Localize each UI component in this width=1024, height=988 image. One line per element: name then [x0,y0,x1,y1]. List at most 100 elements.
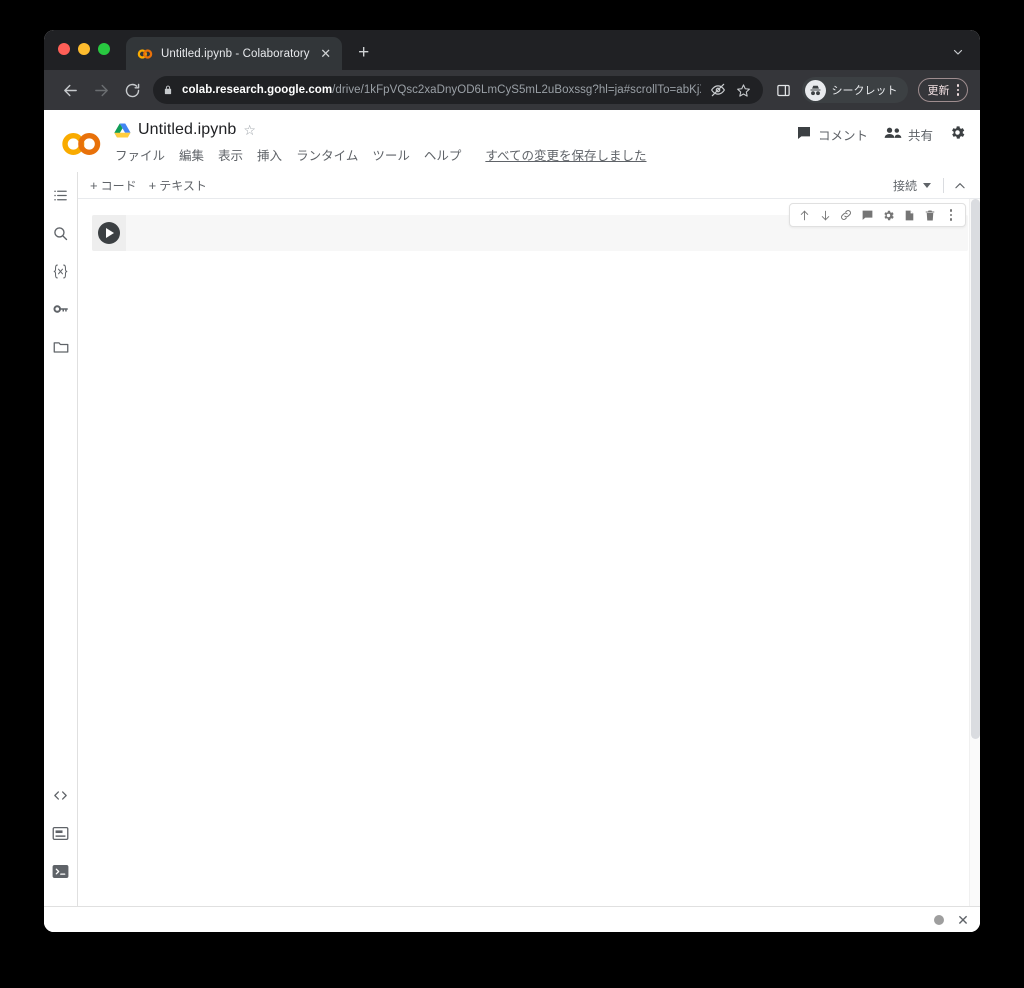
add-comment-button[interactable] [857,205,877,225]
add-text-label: テキスト [159,178,207,193]
address-bar-url: colab.research.google.com/drive/1kFpVQsc… [182,84,701,96]
colab-header-actions: コメント 共有 [796,124,966,144]
new-tab-button[interactable]: + [350,39,378,67]
sidebar-item-toc[interactable] [46,180,76,210]
move-cell-down-button[interactable] [815,205,835,225]
browser-tab-title: Untitled.ipynb - Colaboratory [161,47,310,60]
kebab-menu-icon[interactable] [953,84,964,96]
copy-to-drive-button[interactable] [899,205,919,225]
google-drive-icon [114,122,131,138]
cell-action-toolbar [789,203,966,227]
sidebar-item-variables[interactable] [46,256,76,286]
colab-body: + コード + テキスト 接続 [44,172,980,906]
cell-settings-button[interactable] [878,205,898,225]
lock-icon [163,84,174,96]
sidebar-item-terminal[interactable] [46,856,76,886]
sidebar-item-search[interactable] [46,218,76,248]
sidebar-item-files[interactable] [46,332,76,362]
browser-tab[interactable]: Untitled.ipynb - Colaboratory ✕ [126,37,342,70]
share-label: 共有 [907,128,933,143]
people-icon [884,125,902,144]
bookmark-star-icon[interactable] [735,83,753,98]
notebook-toolbar-right: 接続 [887,172,970,199]
toolbar-divider [943,178,944,193]
colab-header: Untitled.ipynb ☆ ファイル 編集 表示 挿入 ランタイム ツール… [44,110,980,172]
menu-item-tools[interactable]: ツール [372,145,410,164]
chevron-down-icon[interactable] [923,183,931,188]
forward-button[interactable] [87,76,115,104]
comment-button[interactable]: コメント [796,125,868,144]
menu-item-view[interactable]: 表示 [218,145,243,164]
status-badge [934,914,944,925]
browser-tab-strip: Untitled.ipynb - Colaboratory ✕ + [44,30,980,70]
menu-item-insert[interactable]: 挿入 [257,145,282,164]
left-sidebar-bottom [44,780,77,894]
menu-item-help[interactable]: ヘルプ [424,145,462,164]
sidebar-item-secrets[interactable] [46,294,76,324]
window-maximize-button[interactable] [98,43,110,55]
colab-menubar: ファイル 編集 表示 挿入 ランタイム ツール ヘルプ すべての変更を保存しまし… [114,145,647,164]
notebook-cells [78,199,980,906]
copy-cell-link-button[interactable] [836,205,856,225]
menu-item-runtime[interactable]: ランタイム [296,145,358,164]
tab-close-icon[interactable]: ✕ [318,46,334,62]
update-label: 更新 [927,85,950,97]
vertical-scrollbar-thumb[interactable] [971,199,980,739]
notebook-name[interactable]: Untitled.ipynb [138,121,236,139]
reload-button[interactable] [118,76,146,104]
side-panel-icon[interactable] [772,78,796,102]
eye-slash-icon[interactable] [709,82,727,98]
incognito-profile-pill[interactable]: シークレット [801,77,908,103]
code-cell-container [92,203,968,251]
play-icon [106,228,114,238]
window-minimize-button[interactable] [78,43,90,55]
notebook-title-block: Untitled.ipynb ☆ ファイル 編集 表示 挿入 ランタイム ツール… [114,118,647,164]
update-button[interactable]: 更新 [917,78,968,102]
url-path: /drive/1kFpVQsc2xaDnyOD6LmCyS5mL2uBoxssg… [332,84,700,96]
window-traffic-lights [58,43,110,55]
notebook-toolbar: + コード + テキスト 接続 [78,172,980,199]
connect-label: 接続 [892,179,917,193]
close-icon[interactable]: ✕ [956,913,970,927]
menu-item-edit[interactable]: 編集 [179,145,204,164]
vertical-scrollbar[interactable] [969,199,980,906]
notebook-statusbar: ✕ [44,906,980,932]
colab-icon [137,46,153,62]
notebook-area: + コード + テキスト 接続 [78,172,980,906]
colab-co-logo[interactable] [58,122,106,166]
comment-icon [796,125,812,144]
browser-toolbar: colab.research.google.com/drive/1kFpVQsc… [44,70,980,110]
page-content: Untitled.ipynb ☆ ファイル 編集 表示 挿入 ランタイム ツール… [44,110,980,932]
add-code-label: コード [100,178,137,193]
browser-window: Untitled.ipynb - Colaboratory ✕ + colab.… [44,30,980,932]
save-status-link[interactable]: すべての変更を保存しました [485,145,646,164]
url-host: colab.research.google.com [182,84,333,96]
sidebar-item-code-snippets[interactable] [46,780,76,810]
collapse-toolbar-button[interactable] [950,176,970,196]
address-bar[interactable]: colab.research.google.com/drive/1kFpVQsc… [153,76,763,104]
sidebar-item-command-palette[interactable] [46,818,76,848]
menu-item-file[interactable]: ファイル [115,145,165,164]
incognito-avatar-icon [804,79,826,101]
window-close-button[interactable] [58,43,70,55]
add-text-cell-button[interactable]: + テキスト [149,177,207,194]
incognito-label: シークレット [831,85,898,97]
settings-button[interactable] [949,124,966,144]
gear-icon [949,124,966,144]
left-sidebar-rail [44,172,78,906]
connect-button[interactable]: 接続 [887,177,937,194]
code-cell-gutter [92,215,126,251]
comment-label: コメント [817,128,868,143]
delete-cell-button[interactable] [920,205,940,225]
back-button[interactable] [56,76,84,104]
plus-icon: + [90,177,98,193]
move-cell-up-button[interactable] [794,205,814,225]
notebook-title-row: Untitled.ipynb ☆ [114,121,647,139]
run-cell-button[interactable] [98,222,120,244]
chevron-down-icon[interactable] [946,40,970,64]
star-icon[interactable]: ☆ [243,123,256,137]
plus-icon: + [148,177,157,193]
add-code-cell-button[interactable]: + コード [90,177,137,194]
more-cell-actions-button[interactable] [941,205,961,225]
share-button[interactable]: 共有 [884,125,933,144]
